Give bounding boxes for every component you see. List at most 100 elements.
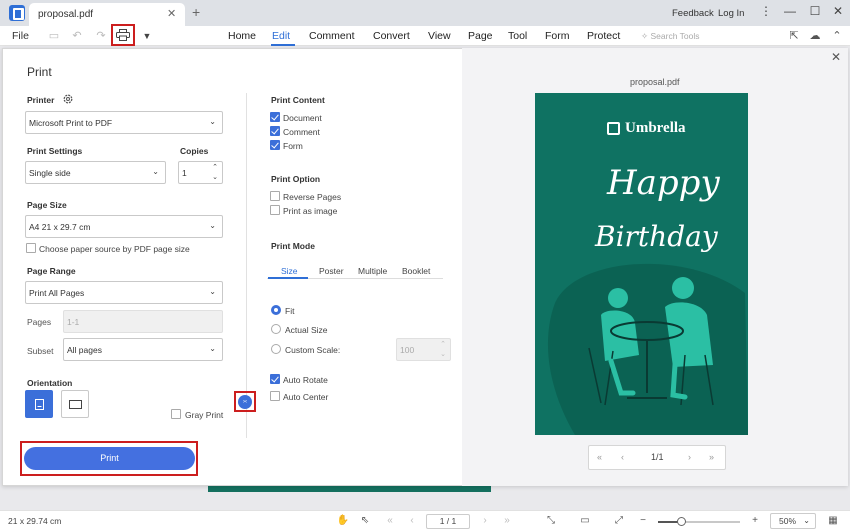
auto-rotate-checkbox[interactable] [270,374,280,384]
dialog-close-icon[interactable]: ✕ [831,50,841,64]
printer-value: Microsoft Print to PDF [29,118,113,128]
auto-center-checkbox[interactable] [270,391,280,401]
page-range-label: Page Range [27,266,76,276]
grid-view-icon[interactable]: ▦ [826,514,840,528]
fit-page-icon[interactable]: ⤡ [544,514,558,528]
hand-tool-icon[interactable]: ✋ [336,514,350,528]
first-page-icon[interactable]: « [597,452,602,462]
dialog-title: Print [27,65,52,79]
select-tool-icon[interactable]: ⇖ [358,514,372,528]
maximize-icon[interactable]: ☐ [805,4,825,18]
fit-label: Fit [285,306,295,316]
minimize-icon[interactable]: — [780,4,800,18]
tab-title: proposal.pdf [38,9,94,20]
preview-file-name: proposal.pdf [630,77,680,87]
feedback-link[interactable]: Feedback [672,8,714,19]
document-checkbox[interactable] [270,112,280,122]
stepper-up-icon[interactable]: ⌃ [212,163,218,171]
stepper-down-icon[interactable]: ⌄ [440,350,446,358]
form-label: Form [283,141,303,151]
login-link[interactable]: Log In [718,8,744,19]
stepper-down-icon[interactable]: ⌄ [212,173,218,181]
new-tab-icon[interactable]: + [192,4,200,20]
customize-toolbar-icon[interactable]: ▼ [140,29,154,43]
tab-poster[interactable]: Poster [319,266,344,276]
print-as-image-checkbox[interactable] [270,205,280,215]
pages-input[interactable]: 1-1 [63,310,223,333]
page-range-select[interactable]: Print All Pages ⌄ [25,281,223,304]
page-size-select[interactable]: A4 21 x 29.7 cm ⌄ [25,215,223,238]
file-menu[interactable]: File [12,30,29,42]
gray-print-checkbox[interactable] [171,409,181,419]
first-page-icon[interactable]: « [383,514,397,528]
more-icon[interactable]: ⋮ [756,4,776,18]
last-page-icon[interactable]: » [500,514,514,528]
menu-home[interactable]: Home [228,30,256,42]
page-view-icon[interactable]: ▭ [578,514,592,528]
title-bar: proposal.pdf ✕ + Feedback Log In ⋮ — ☐ ✕ [0,0,850,26]
actual-size-radio[interactable] [271,324,281,334]
landscape-icon [69,400,82,409]
stepper-up-icon[interactable]: ⌃ [440,340,446,348]
share-icon[interactable]: ⇱ [787,29,801,43]
cloud-upload-icon[interactable]: ☁ [808,29,822,43]
portrait-button[interactable] [25,390,53,418]
next-page-icon[interactable]: › [478,514,492,528]
reverse-pages-checkbox[interactable] [270,191,280,201]
paper-source-label: Choose paper source by PDF page size [39,244,190,254]
background-document-page [208,486,491,492]
paper-source-checkbox[interactable] [26,243,36,253]
tab-multiple[interactable]: Multiple [358,266,387,276]
menu-page[interactable]: Page [468,30,493,42]
save-icon[interactable]: ▭ [47,29,61,43]
redo-icon[interactable]: ↷ [94,29,108,43]
custom-scale-radio[interactable] [271,344,281,354]
zoom-in-icon[interactable]: + [748,514,762,528]
tab-size[interactable]: Size [281,266,298,276]
menu-edit[interactable]: Edit [272,30,290,42]
page-number-input[interactable]: 1 / 1 [426,514,470,529]
tab-close-icon[interactable]: ✕ [167,7,176,20]
birthday-illustration [547,263,748,435]
search-tools-placeholder: Search Tools [650,31,700,41]
subset-select[interactable]: All pages ⌄ [63,338,223,361]
collapse-ribbon-icon[interactable]: ⌃ [830,29,844,43]
print-settings-select[interactable]: Single side ⌄ [25,161,166,184]
custom-scale-input[interactable]: 100 ⌃ ⌄ [396,338,451,361]
prev-page-icon[interactable]: ‹ [621,452,624,462]
comment-label: Comment [283,127,320,137]
comment-checkbox[interactable] [270,126,280,136]
zoom-slider-thumb[interactable] [676,517,686,526]
next-page-icon[interactable]: › [688,452,691,462]
form-checkbox[interactable] [270,140,280,150]
chevron-down-icon: ⌄ [209,221,216,230]
fullscreen-icon[interactable]: ⤢ [612,514,626,528]
undo-icon[interactable]: ↶ [70,29,84,43]
zoom-out-icon[interactable]: − [636,514,650,528]
fit-radio[interactable] [271,305,281,315]
printer-select[interactable]: Microsoft Print to PDF ⌄ [25,111,223,134]
gray-print-label: Gray Print [185,410,224,420]
print-icon[interactable] [116,29,130,41]
search-tools-input[interactable]: ✧ Search Tools [641,31,699,42]
preview-page-indicator: 1/1 [651,452,664,462]
tab-booklet[interactable]: Booklet [402,266,430,276]
collapse-panel-icon[interactable]: ›‹ [238,395,252,409]
menu-tool[interactable]: Tool [508,30,527,42]
chevron-down-icon: ⌄ [152,167,159,176]
menu-protect[interactable]: Protect [587,30,620,42]
menu-comment[interactable]: Comment [309,30,355,42]
zoom-select[interactable]: 50% ⌄ [770,513,816,529]
last-page-icon[interactable]: » [709,452,714,462]
menu-view[interactable]: View [428,30,451,42]
print-button[interactable]: Print [24,447,195,470]
copies-stepper[interactable]: 1 ⌃ ⌄ [178,161,223,184]
close-window-icon[interactable]: ✕ [828,4,848,18]
chevron-down-icon: ⌄ [209,117,216,126]
landscape-button[interactable] [61,390,89,418]
document-tab[interactable]: proposal.pdf ✕ [29,3,185,26]
menu-convert[interactable]: Convert [373,30,410,42]
prev-page-icon[interactable]: ‹ [405,514,419,528]
printer-settings-gear-icon[interactable] [62,93,74,105]
menu-form[interactable]: Form [545,30,570,42]
